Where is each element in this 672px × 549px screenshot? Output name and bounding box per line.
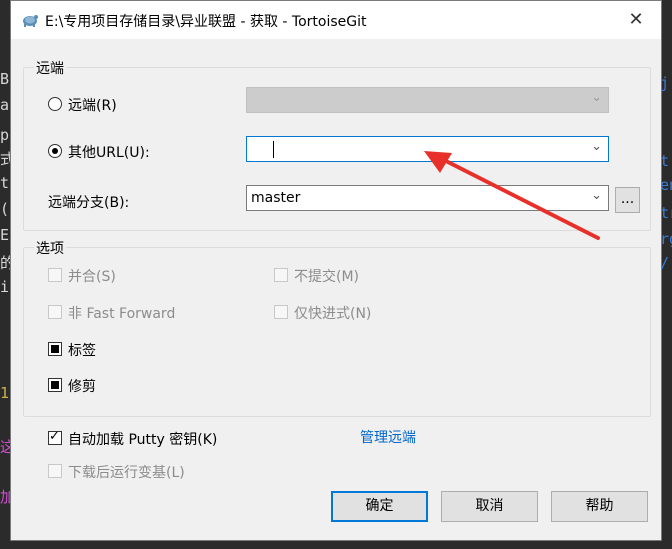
- browse-remote-branch-button[interactable]: ...: [615, 187, 640, 213]
- remote-radio-label[interactable]: 远端(R): [68, 95, 117, 115]
- close-button[interactable]: ✕: [625, 9, 647, 31]
- tags-label[interactable]: 标签: [68, 340, 96, 360]
- remote-branch-value: master: [251, 190, 301, 206]
- autoload-putty-label[interactable]: 自动加载 Putty 密钥(K): [68, 429, 217, 449]
- prune-checkbox[interactable]: [48, 378, 62, 392]
- rebase-after-fetch-checkbox[interactable]: [48, 464, 62, 478]
- other-url-input[interactable]: ⌄: [246, 136, 609, 162]
- prune-label[interactable]: 修剪: [68, 376, 96, 396]
- remote-branch-label: 远端分支(B):: [48, 195, 130, 211]
- merge-checkbox[interactable]: [48, 268, 62, 282]
- fetch-dialog: E:\专用项目存储目录\异业联盟 - 获取 - TortoiseGit ✕ 远端…: [10, 0, 662, 541]
- ok-button[interactable]: 确定: [331, 491, 428, 522]
- chevron-down-icon[interactable]: ⌄: [591, 139, 602, 154]
- chevron-down-icon: ⌄: [591, 90, 602, 105]
- window-title: E:\专用项目存储目录\异业联盟 - 获取 - TortoiseGit: [45, 14, 367, 30]
- rebase-after-fetch-label[interactable]: 下载后运行变基(L): [68, 462, 185, 482]
- fast-forward-only-label[interactable]: 仅快进式(N): [294, 303, 371, 323]
- remote-branch-select[interactable]: master ⌄: [246, 185, 609, 211]
- help-button[interactable]: 帮助: [551, 491, 648, 522]
- background-text: t: [0, 174, 10, 192]
- fast-forward-only-checkbox[interactable]: [274, 305, 288, 319]
- cancel-button[interactable]: 取消: [441, 491, 538, 522]
- other-url-radio-label[interactable]: 其他URL(U):: [68, 142, 150, 162]
- tags-checkbox[interactable]: [48, 342, 62, 356]
- remote-radio[interactable]: [48, 97, 62, 111]
- no-commit-label[interactable]: 不提交(M): [294, 266, 359, 286]
- manage-remotes-link[interactable]: 管理远端: [360, 427, 416, 447]
- no-commit-checkbox[interactable]: [274, 268, 288, 282]
- no-fast-forward-label[interactable]: 非 Fast Forward: [68, 303, 175, 323]
- title-bar[interactable]: E:\专用项目存储目录\异业联盟 - 获取 - TortoiseGit ✕: [11, 1, 661, 39]
- merge-label[interactable]: 并合(S): [68, 266, 116, 286]
- chevron-down-icon[interactable]: ⌄: [591, 188, 602, 203]
- no-fast-forward-checkbox[interactable]: [48, 305, 62, 319]
- background-text: i: [0, 278, 10, 296]
- autoload-putty-checkbox[interactable]: [48, 429, 62, 445]
- tortoisegit-logo-icon: [23, 15, 38, 27]
- options-group-legend: 选项: [34, 238, 66, 258]
- background-text: p: [0, 126, 10, 144]
- remote-select[interactable]: ⌄: [246, 87, 609, 113]
- text-cursor: [273, 141, 274, 158]
- remote-group-legend: 远端: [34, 58, 66, 78]
- other-url-radio[interactable]: [48, 144, 62, 158]
